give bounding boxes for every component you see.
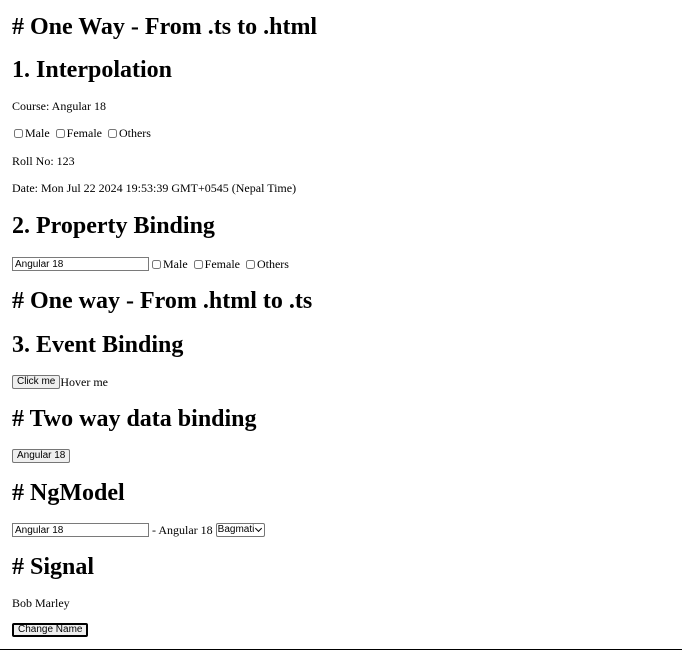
- hover-me-text[interactable]: Hover me: [60, 376, 108, 388]
- pb-female-label: Female: [204, 257, 240, 271]
- change-name-button[interactable]: Change Name: [12, 623, 89, 637]
- heading-one-way-html-to-ts: # One way - From .html to .ts: [12, 288, 313, 314]
- property-binding-row: Male Female Others: [12, 257, 289, 271]
- two-way-course-button[interactable]: Angular 18: [12, 449, 71, 463]
- pb-others-checkbox[interactable]: [245, 259, 255, 269]
- female-label: Female: [66, 126, 102, 140]
- male-checkbox[interactable]: [14, 128, 23, 138]
- page: # One Way - From .ts to .html 1. Interpo…: [0, 0, 682, 650]
- chevron-down-icon: [255, 526, 263, 534]
- signal-name-text: Bob Marley: [12, 596, 70, 610]
- heading-interpolation: 1. Interpolation: [12, 57, 173, 83]
- pb-male-label: Male: [163, 257, 188, 271]
- heading-signal: # Signal: [12, 554, 95, 580]
- course-input[interactable]: [12, 257, 149, 271]
- ngmodel-course-input[interactable]: [12, 523, 149, 537]
- others-label: Others: [118, 126, 151, 140]
- roll-text: Roll No: 123: [12, 154, 75, 168]
- heading-event-binding: 3. Event Binding: [12, 332, 184, 358]
- pb-others-label: Others: [256, 257, 289, 271]
- heading-ngmodel: # NgModel: [12, 480, 125, 506]
- province-select[interactable]: Bagmati: [215, 523, 266, 537]
- heading-two-way: # Two way data binding: [12, 406, 257, 432]
- ngmodel-row: - Angular 18 Bagmati: [12, 523, 266, 537]
- male-label: Male: [25, 126, 50, 140]
- signal-button-row: Change Name: [12, 623, 89, 637]
- heading-property-binding: 2. Property Binding: [12, 213, 215, 239]
- date-text: Date: Mon Jul 22 2024 19:53:39 GMT+0545 …: [12, 181, 297, 195]
- female-checkbox[interactable]: [55, 128, 65, 138]
- event-binding-row: Click me Hover me: [12, 375, 108, 389]
- others-checkbox[interactable]: [107, 128, 117, 138]
- pb-male-checkbox[interactable]: [152, 259, 161, 269]
- two-way-row: Angular 18: [12, 449, 71, 463]
- click-me-button[interactable]: Click me: [12, 375, 61, 389]
- interpolation-gender-group: Male Female Others: [12, 127, 151, 139]
- ngmodel-echo-text: - Angular 18: [152, 523, 213, 537]
- heading-one-way-ts-to-html: # One Way - From .ts to .html: [12, 14, 318, 40]
- province-select-value: Bagmati: [217, 524, 255, 535]
- pb-female-checkbox[interactable]: [193, 259, 203, 269]
- course-text: Course: Angular 18: [12, 99, 106, 113]
